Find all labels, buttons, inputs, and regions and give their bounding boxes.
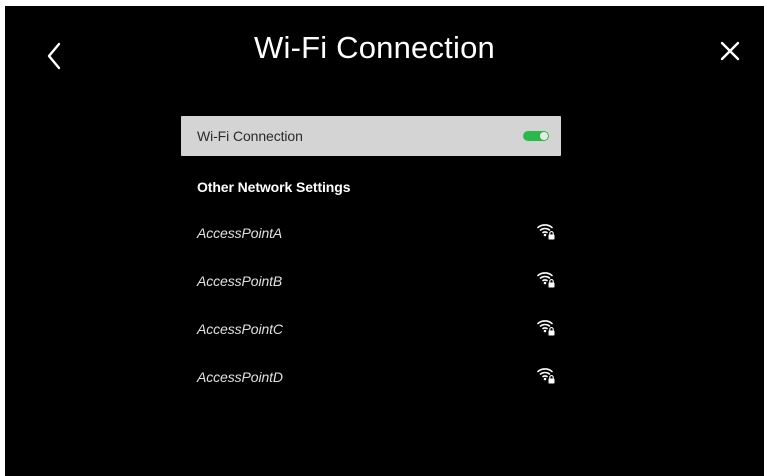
close-icon — [720, 41, 740, 61]
toggle-knob — [540, 132, 548, 140]
wifi-locked-icon — [537, 320, 555, 336]
access-point-row[interactable]: AccessPointC — [181, 301, 561, 349]
access-point-name: AccessPointA — [197, 225, 283, 241]
wifi-connection-label: Wi-Fi Connection — [197, 128, 303, 144]
wifi-settings-screen: Wi-Fi Connection Wi-Fi Connection Other … — [5, 6, 764, 476]
access-point-row[interactable]: AccessPointB — [181, 253, 561, 301]
access-point-name: AccessPointC — [197, 321, 283, 337]
access-point-name: AccessPointB — [197, 273, 283, 289]
wifi-locked-icon — [537, 272, 555, 288]
settings-list: Wi-Fi Connection Other Network Settings … — [181, 116, 561, 397]
wifi-locked-icon — [537, 224, 555, 240]
wifi-toggle-switch[interactable] — [523, 131, 549, 141]
wifi-locked-icon — [537, 368, 555, 384]
access-point-row[interactable]: AccessPointD — [181, 349, 561, 397]
access-point-row[interactable]: AccessPointA — [181, 205, 561, 253]
close-button[interactable] — [713, 34, 747, 68]
wifi-connection-row[interactable]: Wi-Fi Connection — [181, 116, 561, 156]
access-point-name: AccessPointD — [197, 369, 283, 385]
other-network-settings-row[interactable]: Other Network Settings — [181, 156, 561, 204]
other-network-settings-label: Other Network Settings — [197, 179, 351, 195]
page-title: Wi-Fi Connection — [254, 30, 495, 65]
